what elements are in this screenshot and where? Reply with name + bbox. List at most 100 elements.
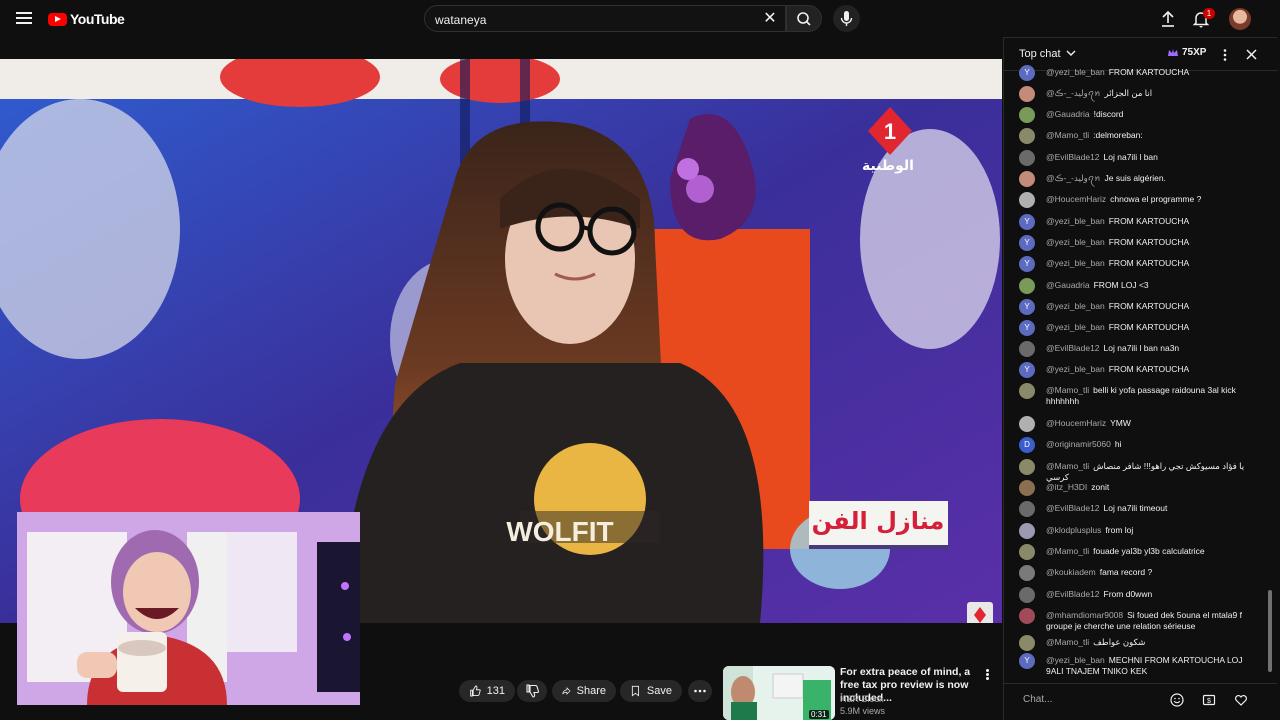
chat-xp-badge[interactable]: 75XP xyxy=(1167,47,1206,58)
chat-author-avatar[interactable] xyxy=(1019,587,1035,603)
emoji-icon[interactable] xyxy=(1170,693,1184,707)
chat-author-avatar[interactable] xyxy=(1019,107,1035,123)
chat-author-name[interactable]: @yezi_ble_ban xyxy=(1046,67,1105,77)
youtube-logo[interactable]: YouTube xyxy=(48,10,125,28)
chat-author-avatar[interactable]: Y xyxy=(1019,362,1035,378)
super-chat-icon[interactable]: $ xyxy=(1202,693,1216,707)
chat-author-name[interactable]: @yezi_ble_ban xyxy=(1046,301,1105,311)
like-button[interactable]: 131 xyxy=(459,680,515,702)
chat-author-avatar[interactable] xyxy=(1019,416,1035,432)
chat-author-avatar[interactable] xyxy=(1019,383,1035,399)
chat-author-name[interactable]: @EvilBlade12 xyxy=(1046,589,1100,599)
search-input[interactable]: wataneya xyxy=(424,5,786,32)
more-actions-button[interactable] xyxy=(688,680,712,702)
clear-search-icon[interactable]: ✕ xyxy=(760,9,780,29)
chat-author-avatar[interactable] xyxy=(1019,150,1035,166)
chat-author-name[interactable]: @originamir5060 xyxy=(1046,439,1111,449)
dislike-button[interactable] xyxy=(517,680,547,702)
chat-author-name[interactable]: @yezi_ble_ban xyxy=(1046,364,1105,374)
chat-message-body: from loj xyxy=(1105,525,1134,535)
chat-author-name[interactable]: @yezi_ble_ban xyxy=(1046,258,1105,268)
chat-author-avatar[interactable] xyxy=(1019,635,1035,651)
chat-author-avatar[interactable]: Y xyxy=(1019,256,1035,272)
more-vertical-icon[interactable] xyxy=(1221,48,1229,62)
upload-icon[interactable] xyxy=(1157,8,1179,30)
chat-author-avatar[interactable] xyxy=(1019,128,1035,144)
chat-author-avatar[interactable] xyxy=(1019,459,1035,475)
account-avatar[interactable] xyxy=(1229,8,1251,30)
chat-author-name[interactable]: @HoucemHariz xyxy=(1046,194,1106,204)
share-button[interactable]: Share xyxy=(552,680,616,702)
chat-author-name[interactable]: @Gauadria xyxy=(1046,280,1090,290)
chat-author-avatar[interactable]: D xyxy=(1019,437,1035,453)
chat-message-list[interactable]: Y @yezi_ble_ban FROM KARTOUCHA @وليد-_-ڪꪖꪀ ا… xyxy=(1004,65,1268,682)
chat-message-text: @yezi_ble_ban FROM KARTOUCHA xyxy=(1046,67,1261,78)
chat-message-body: FROM KARTOUCHA xyxy=(1108,216,1190,226)
chat-author-avatar[interactable]: Y xyxy=(1019,65,1035,81)
chat-input-field[interactable]: Chat... xyxy=(1023,689,1163,711)
recommended-video-channel[interactable]: H&R Block xyxy=(840,694,884,704)
chat-author-name[interactable]: @Gauadria xyxy=(1046,109,1090,119)
voice-search-button[interactable] xyxy=(833,5,860,32)
chat-mode-selector[interactable]: Top chat xyxy=(1019,48,1076,60)
chat-author-name[interactable]: @EvilBlade12 xyxy=(1046,503,1100,513)
chat-message-body: FROM KARTOUCHA xyxy=(1108,258,1190,268)
chat-author-name[interactable]: @klodplusplus xyxy=(1046,525,1101,535)
chat-message-body: :delmoreban: xyxy=(1093,130,1143,140)
menu-icon[interactable] xyxy=(14,9,34,27)
chat-author-avatar[interactable] xyxy=(1019,501,1035,517)
chat-author-avatar[interactable] xyxy=(1019,278,1035,294)
chat-author-name[interactable]: @Mamo_tli xyxy=(1046,130,1089,140)
chat-author-name[interactable]: @yezi_ble_ban xyxy=(1046,655,1105,665)
search-button[interactable] xyxy=(786,5,822,32)
chat-author-name[interactable]: @yezi_ble_ban xyxy=(1046,237,1105,247)
chat-author-avatar[interactable]: Y xyxy=(1019,235,1035,251)
chat-message-text: @klodplusplus from loj xyxy=(1046,525,1261,536)
chat-author-name[interactable]: @itz_H3DI xyxy=(1046,482,1087,492)
chat-author-avatar[interactable] xyxy=(1019,608,1035,624)
chat-author-name[interactable]: @mhamdiomar9008 xyxy=(1046,610,1123,620)
program-sign-text: منازل الفن xyxy=(812,507,945,535)
chat-author-avatar[interactable] xyxy=(1019,192,1035,208)
logo-text: YouTube xyxy=(70,11,125,27)
chat-author-name[interactable]: @yezi_ble_ban xyxy=(1046,216,1105,226)
chat-input-divider xyxy=(1003,683,1277,684)
chat-message-text: @وليد-_-ڪꪖꪀ انا من الجزائر xyxy=(1046,88,1261,99)
chat-author-name[interactable]: @Mamo_tli xyxy=(1046,461,1089,471)
chat-message-body: Loj na7ili l ban na3n xyxy=(1103,343,1180,353)
chat-author-name[interactable]: @Mamo_tli xyxy=(1046,385,1089,395)
chat-author-avatar[interactable] xyxy=(1019,544,1035,560)
close-icon[interactable] xyxy=(1245,48,1258,61)
heart-icon[interactable] xyxy=(1234,693,1248,707)
chat-author-name[interactable]: @yezi_ble_ban xyxy=(1046,322,1105,332)
chat-message-body: Je suis algérien. xyxy=(1104,173,1166,183)
more-options-icon[interactable] xyxy=(985,668,991,682)
chat-author-name[interactable]: @EvilBlade12 xyxy=(1046,152,1100,162)
chat-author-name[interactable]: @HoucemHariz xyxy=(1046,418,1106,428)
recommended-video[interactable]: 0:31 For extra peace of mind, a free tax… xyxy=(723,666,993,720)
chat-author-avatar[interactable]: Y xyxy=(1019,299,1035,315)
chat-author-avatar[interactable] xyxy=(1019,341,1035,357)
chat-author-name[interactable]: @EvilBlade12 xyxy=(1046,343,1100,353)
save-button[interactable]: Save xyxy=(620,680,682,702)
recommended-video-thumbnail[interactable]: 0:31 xyxy=(723,666,835,720)
chat-author-avatar[interactable] xyxy=(1019,171,1035,187)
chat-author-avatar[interactable]: Y xyxy=(1019,214,1035,230)
chat-xp-value: 75XP xyxy=(1182,47,1207,58)
chat-author-avatar[interactable] xyxy=(1019,480,1035,496)
chat-author-name[interactable]: @وليد-_-ڪꪖꪀ xyxy=(1046,173,1101,183)
chat-author-avatar[interactable] xyxy=(1019,565,1035,581)
chat-author-avatar[interactable] xyxy=(1019,86,1035,102)
chat-author-name[interactable]: @Mamo_tli xyxy=(1046,546,1089,556)
chat-message-text: @yezi_ble_ban FROM KARTOUCHA xyxy=(1046,258,1261,269)
chat-author-name[interactable]: @وليد-_-ڪꪖꪀ xyxy=(1046,88,1101,98)
chat-scrollbar[interactable] xyxy=(1267,70,1273,677)
recommended-video-views: 5.9M views xyxy=(840,706,886,716)
chat-author-name[interactable]: @koukiadem xyxy=(1046,567,1096,577)
chat-author-avatar[interactable] xyxy=(1019,523,1035,539)
chat-author-avatar[interactable]: Y xyxy=(1019,320,1035,336)
chat-author-avatar[interactable]: Y xyxy=(1019,653,1035,669)
chat-author-name[interactable]: @Mamo_tli xyxy=(1046,637,1089,647)
chat-scrollbar-thumb[interactable] xyxy=(1268,590,1272,672)
chevron-down-icon xyxy=(1066,50,1076,56)
